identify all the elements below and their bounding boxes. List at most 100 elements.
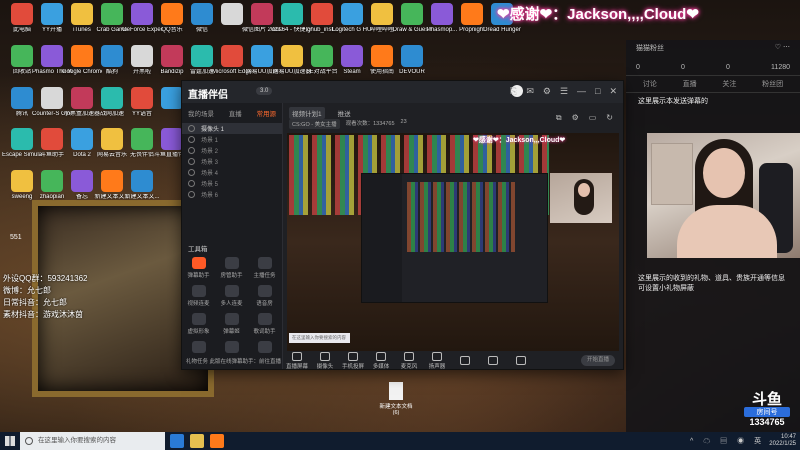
record-icon <box>460 356 470 365</box>
scene-item[interactable]: 摄像头 1 <box>182 123 282 134</box>
scene-item[interactable]: 场景 6 <box>182 189 282 200</box>
eye-icon[interactable] <box>188 191 195 198</box>
tool-danmu[interactable]: 弹幕助手 <box>182 257 215 279</box>
app-icon <box>11 3 33 25</box>
window-buttons: ⎘ ✉ ⚙ ☰ — □ ✕ <box>510 86 617 97</box>
app-icon <box>131 128 153 150</box>
tool-more-3[interactable] <box>248 341 281 355</box>
scene-label: 场景 3 <box>201 160 219 166</box>
record-button[interactable] <box>451 356 479 366</box>
tab-live[interactable]: 直播 <box>229 108 242 118</box>
overlay-line: 微博：允七郎 <box>3 286 51 295</box>
maximize-button[interactable]: □ <box>595 86 600 97</box>
tool-tasks[interactable]: 主播任务 <box>248 257 281 279</box>
close-button[interactable]: ✕ <box>609 86 617 97</box>
file-explorer-icon[interactable] <box>190 434 204 448</box>
eye-icon[interactable] <box>188 147 195 154</box>
app-icon <box>41 45 63 67</box>
microphone-button[interactable]: 麦克风 <box>395 352 423 370</box>
tool-voice-room[interactable]: 语音房 <box>248 285 281 307</box>
chat-tab[interactable]: 关注 <box>722 79 736 89</box>
corner-number: 551 <box>10 234 22 241</box>
category-chip[interactable]: CS:GO - 美女主播 <box>289 119 340 129</box>
scene-item[interactable]: 场景 5 <box>182 178 282 189</box>
tab-push[interactable]: 推送 <box>335 107 354 119</box>
file-label: 新建文本文档 (6) <box>379 404 413 416</box>
tool-multi-link[interactable]: 多人连麦 <box>215 285 248 307</box>
screen-capture-button[interactable]: 直播屏幕 <box>283 352 311 370</box>
tab-scenes[interactable]: 我的场景 <box>188 108 214 118</box>
scene-item[interactable]: 场景 1 <box>182 134 282 145</box>
eye-icon[interactable] <box>188 158 195 165</box>
live-preview[interactable]: ❤感谢❤：Jackson,,,Cloud❤ 在这里输入你要搜索的内容 <box>287 133 619 351</box>
taskbar-clock[interactable]: 10:47 2022/1/25 <box>769 434 796 448</box>
taskbar-search[interactable]: 在这里输入你要搜索的内容 <box>20 432 165 450</box>
eye-icon[interactable] <box>188 136 195 143</box>
tab-plan[interactable]: 视频计划1 <box>289 107 325 119</box>
speaker-button[interactable]: 扬声器 <box>423 352 451 370</box>
refresh-icon[interactable]: ↻ <box>606 113 613 123</box>
tool-danmu-ji[interactable]: 弹幕姬 <box>215 313 248 335</box>
shortcut-label: DEVOUR <box>399 69 425 75</box>
screen-icon[interactable]: ▭ <box>589 113 597 123</box>
settings-icon[interactable]: ⚙ <box>572 113 579 123</box>
preview-area: 视频计划1 推送 ⧉ ⚙ ▭ ↻ CS:GO - 美女主播 观看次数：13347… <box>283 103 623 370</box>
clock-time: 10:47 <box>780 434 796 440</box>
app-icon <box>71 170 93 192</box>
mail-icon[interactable]: ✉ <box>526 86 534 97</box>
tool-more-1[interactable] <box>182 341 215 355</box>
tool-video-link[interactable]: 视频连麦 <box>182 285 215 307</box>
app-icon <box>341 45 363 67</box>
settings-button[interactable] <box>507 356 535 366</box>
preview-nested-window <box>361 173 548 303</box>
shortcut-label: Dread Hunger <box>483 27 521 33</box>
layout-icon[interactable]: ⧉ <box>556 113 562 123</box>
scene-item[interactable]: 场景 4 <box>182 167 282 178</box>
task-view-icon[interactable] <box>170 434 184 448</box>
tool-icon <box>257 341 272 353</box>
tool-room-admin[interactable]: 房管助手 <box>215 257 248 279</box>
desktop-shortcut[interactable]: DEVOUR <box>392 45 432 76</box>
minimize-button[interactable]: — <box>577 86 586 97</box>
app-icon <box>41 170 63 192</box>
windows-start-icon[interactable] <box>5 436 15 446</box>
toolbox-grid: 弹幕助手 房管助手 主播任务 视频连麦 多人连麦 语音房 虚拟形象 弹幕姬 歌词… <box>182 257 282 355</box>
eye-icon[interactable] <box>188 125 195 132</box>
camera-button[interactable]: 摄像头 <box>311 352 339 370</box>
chat-tabs: 讨论 直播 关注 粉丝团 <box>626 76 800 93</box>
app-titlebar: 直播伴侣 3.0 ⎘ ✉ ⚙ ☰ — □ ✕ <box>182 81 623 103</box>
tool-lyrics[interactable]: 歌词助手 <box>248 313 281 335</box>
system-tray-icons[interactable]: ^ ☁ ▤ ◉ 英 <box>690 436 765 446</box>
start-live-button[interactable]: 开始直播 <box>581 355 615 366</box>
preview-toolbar: ⧉ ⚙ ▭ ↻ <box>556 113 613 123</box>
chat-header-title: 猫猫粉丝 <box>636 45 664 52</box>
streaming-app-icon[interactable] <box>210 434 224 448</box>
eye-icon[interactable] <box>188 169 195 176</box>
task-icon <box>257 257 272 269</box>
media-button[interactable]: 多媒体 <box>367 352 395 370</box>
stat-value: 0 <box>726 64 730 71</box>
tool-avatar[interactable]: 虚拟形象 <box>182 313 215 335</box>
chat-tab[interactable]: 讨论 <box>643 79 657 89</box>
desktop-file-icon[interactable]: 新建文本文档 (6) <box>376 382 416 416</box>
chat-tab[interactable]: 粉丝团 <box>762 79 783 89</box>
desktop-shortcut[interactable]: 新建文本文... <box>122 170 162 201</box>
tool-more-2[interactable] <box>215 341 248 355</box>
scene-item[interactable]: 场景 3 <box>182 156 282 167</box>
stat-value: 0 <box>636 64 640 71</box>
live-mode-button[interactable] <box>479 356 507 366</box>
chat-tab[interactable]: 直播 <box>683 79 697 89</box>
tab-sources[interactable]: 常用源 <box>257 108 277 118</box>
share-icon[interactable]: ⎘ <box>510 86 517 97</box>
overlay-line: 素材抖音：游戏沐沐茵 <box>3 310 83 319</box>
streaming-app-window: 直播伴侣 3.0 ⎘ ✉ ⚙ ☰ — □ ✕ 我的场景 直播 常用源 摄像头 1… <box>181 80 624 370</box>
chat-header-icons[interactable]: ♡ ⋯ <box>775 43 790 57</box>
media-icon <box>376 352 386 361</box>
scene-item[interactable]: 场景 2 <box>182 145 282 156</box>
gear-icon[interactable]: ⚙ <box>543 86 551 97</box>
menu-icon[interactable]: ☰ <box>560 86 568 97</box>
phone-cast-button[interactable]: 手机投屏 <box>339 352 367 370</box>
search-icon <box>25 437 33 445</box>
eye-icon[interactable] <box>188 180 195 187</box>
toolbox-title: 工具箱 <box>188 246 208 253</box>
